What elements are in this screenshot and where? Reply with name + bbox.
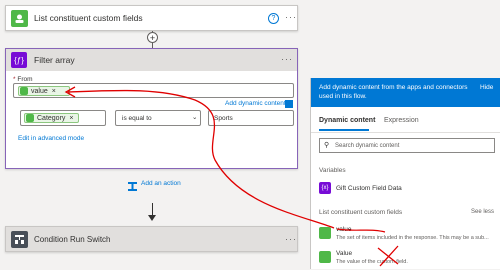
- annotation-underline: [336, 228, 386, 233]
- annotation-arrow-curve: [67, 89, 335, 229]
- annotation-cross: [377, 245, 399, 267]
- red-annotation-overlay: [64, 86, 399, 267]
